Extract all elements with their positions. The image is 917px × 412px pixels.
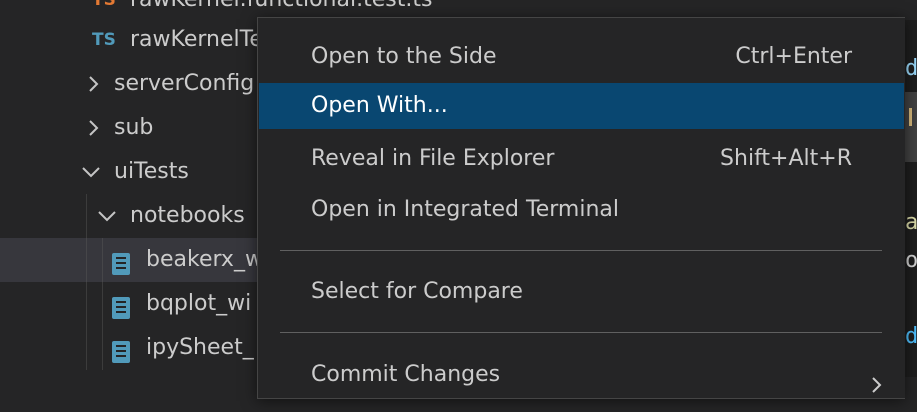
menu-separator — [280, 250, 882, 251]
overview-ruler-marker — [909, 108, 912, 126]
editor-scrollbar-thumb[interactable] — [905, 92, 917, 162]
tree-item-label: bqplot_wi — [146, 291, 252, 316]
menu-item-label: Open to the Side — [311, 44, 497, 69]
tree-item-label: beakerx_w — [146, 247, 263, 272]
menu-item-keybinding: Shift+Alt+R — [720, 146, 852, 171]
menu-item-commit-changes[interactable]: Commit Changes — [259, 352, 904, 398]
menu-item-label: Commit Changes — [311, 362, 501, 387]
tree-item-label: serverConfig — [114, 71, 255, 96]
ts-file-icon: TS — [92, 30, 116, 50]
tree-item-label: ipySheet_ — [146, 335, 254, 360]
menu-item-label: Open in Integrated Terminal — [311, 197, 619, 222]
editor-text: de — [905, 56, 917, 81]
indent-guide — [102, 238, 103, 282]
tree-item-label: rawKernelTe — [130, 27, 263, 52]
indent-guide — [86, 194, 87, 238]
chevron-down-icon — [96, 194, 116, 238]
tree-item-label: sub — [114, 115, 154, 140]
menu-separator — [280, 332, 882, 333]
menu-item-open-to-side[interactable]: Open to the Side Ctrl+Enter — [259, 34, 904, 80]
notebook-icon — [110, 336, 132, 363]
menu-item-open-with[interactable]: Open With... — [259, 83, 904, 129]
tree-item-label: uiTests — [114, 159, 189, 184]
notebook-icon — [110, 292, 132, 319]
chevron-right-icon — [84, 106, 104, 150]
indent-guide — [102, 282, 103, 326]
notebook-icon — [110, 248, 132, 275]
menu-item-label: Open With... — [311, 93, 448, 118]
tree-item-label: notebooks — [130, 203, 245, 228]
context-menu: Open to the Side Ctrl+Enter Open With...… — [257, 17, 905, 399]
indent-guide — [86, 326, 87, 370]
indent-guide — [102, 326, 103, 370]
chevron-right-icon — [84, 62, 104, 106]
menu-item-open-in-integrated-terminal[interactable]: Open in Integrated Terminal — [259, 187, 904, 233]
editor-text: ar — [905, 210, 917, 235]
editor-text: da — [905, 324, 917, 349]
editor-text: op — [905, 248, 917, 273]
chevron-down-icon — [80, 150, 100, 194]
submenu-chevron-icon — [868, 366, 884, 412]
indent-guide — [86, 238, 87, 282]
menu-item-label: Select for Compare — [311, 279, 523, 304]
menu-item-label: Reveal in File Explorer — [311, 146, 555, 171]
menu-item-reveal-in-file-explorer[interactable]: Reveal in File Explorer Shift+Alt+R — [259, 136, 904, 182]
menu-item-keybinding: Ctrl+Enter — [735, 44, 852, 69]
menu-item-select-for-compare[interactable]: Select for Compare — [259, 269, 904, 315]
indent-guide — [86, 282, 87, 326]
